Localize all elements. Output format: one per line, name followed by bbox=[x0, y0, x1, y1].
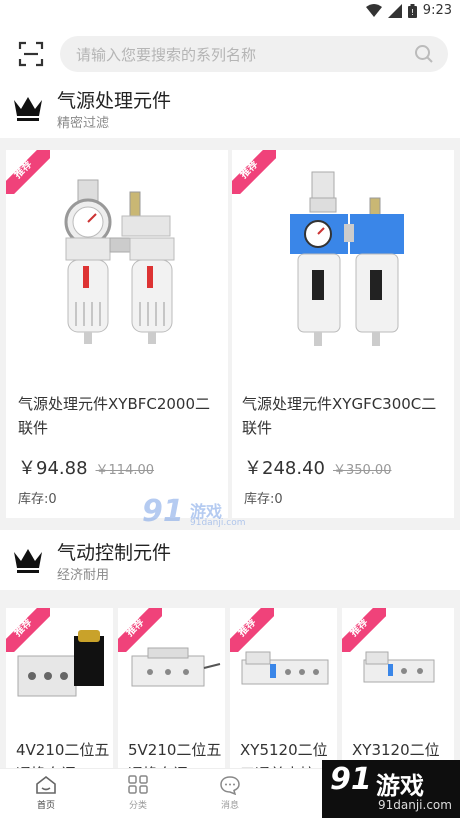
product-name: 气源处理元件XYGFC300C二联件 bbox=[242, 395, 437, 437]
recommend-tag: 推荐 bbox=[6, 150, 50, 194]
section-title: 气动控制元件 bbox=[57, 542, 172, 564]
product-card[interactable]: 推荐 5V210二位五通换向阀 bbox=[118, 608, 225, 768]
nav-label: 分类 bbox=[128, 801, 147, 811]
product-original-price: ￥350.00 bbox=[332, 463, 392, 478]
signal-icon bbox=[387, 3, 402, 18]
battery-icon: ! bbox=[407, 3, 417, 18]
product-image-frl-blue-unit bbox=[290, 171, 404, 346]
nav-messages[interactable]: 消息 bbox=[200, 775, 260, 811]
product-stock: 库存:0 bbox=[18, 492, 57, 507]
category-grid-icon bbox=[128, 775, 148, 794]
watermark-url: 91danji.com bbox=[378, 798, 452, 812]
svg-text:!: ! bbox=[411, 8, 414, 17]
nav-label: 消息 bbox=[220, 801, 239, 811]
recommend-tag: 推荐 bbox=[342, 608, 386, 652]
search-placeholder: 请输入您要搜索的系列名称 bbox=[76, 46, 257, 64]
product-card[interactable]: 推荐 XY5120二位五通单电控 bbox=[230, 608, 337, 768]
nav-category[interactable]: 分类 bbox=[108, 775, 168, 811]
search-input[interactable]: 请输入您要搜索的系列名称 bbox=[60, 36, 448, 72]
product-image-frl-unit bbox=[64, 179, 175, 344]
section-header-air-treatment: 气源处理元件 精密过滤 bbox=[0, 82, 460, 138]
recommend-tag: 推荐 bbox=[232, 150, 276, 194]
recommend-tag: 推荐 bbox=[230, 608, 274, 652]
product-card[interactable]: 推荐 气源处理元件XYBFC2000二联件 ￥94.88 ￥114.00 库存:… bbox=[6, 150, 228, 518]
product-image-xy3120-valve bbox=[363, 651, 435, 683]
section-subtitle: 经济耐用 bbox=[57, 568, 110, 583]
product-name: 4V210二位五通换向阀 bbox=[16, 741, 110, 768]
nav-label: 首页 bbox=[36, 801, 55, 811]
watermark-logo-corner: 91 游戏 91danji.com bbox=[322, 760, 460, 818]
nav-home[interactable]: 首页 bbox=[16, 775, 76, 811]
search-icon[interactable] bbox=[414, 44, 434, 64]
watermark-url: 91danji.com bbox=[190, 518, 246, 528]
scan-icon[interactable] bbox=[18, 41, 44, 67]
product-price: ￥248.40 bbox=[244, 458, 325, 479]
product-price: ￥94.88 bbox=[18, 458, 88, 479]
section-title: 气源处理元件 bbox=[57, 90, 172, 112]
recommend-tag: 推荐 bbox=[118, 608, 162, 652]
wifi-icon bbox=[365, 3, 382, 17]
section-subtitle: 精密过滤 bbox=[57, 116, 110, 131]
product-original-price: ￥114.00 bbox=[95, 463, 155, 478]
recommend-tag: 推荐 bbox=[6, 608, 50, 652]
status-bar: ! 9:23 bbox=[0, 0, 460, 26]
product-name: 5V210二位五通换向阀 bbox=[128, 741, 222, 768]
price-row: ￥94.88 ￥114.00 bbox=[18, 454, 154, 480]
crown-icon bbox=[14, 97, 42, 121]
watermark-number: 91 bbox=[330, 762, 372, 797]
product-card[interactable]: 推荐 气源处理元件XYGFC300C二联件 ￥248.40 ￥350.00 库存… bbox=[232, 150, 454, 518]
price-row: ￥248.40 ￥350.00 bbox=[244, 454, 391, 480]
section-header-pneumatic-control: 气动控制元件 经济耐用 bbox=[0, 530, 460, 590]
status-icons: ! 9:23 bbox=[365, 3, 452, 18]
product-card[interactable]: 推荐 XY3120二位三通电磁阀 bbox=[342, 608, 454, 768]
message-icon bbox=[220, 776, 240, 795]
crown-icon bbox=[14, 549, 42, 573]
product-name: 气源处理元件XYBFC2000二联件 bbox=[18, 395, 211, 437]
product-card[interactable]: 推荐 4V210二位五通换向阀 bbox=[6, 608, 113, 768]
watermark-text: 游戏 bbox=[376, 772, 424, 800]
watermark-number: 91 bbox=[142, 494, 184, 529]
clock: 9:23 bbox=[422, 3, 452, 18]
product-stock: 库存:0 bbox=[244, 492, 283, 507]
search-header: 请输入您要搜索的系列名称 bbox=[0, 26, 460, 82]
home-icon bbox=[36, 775, 56, 794]
